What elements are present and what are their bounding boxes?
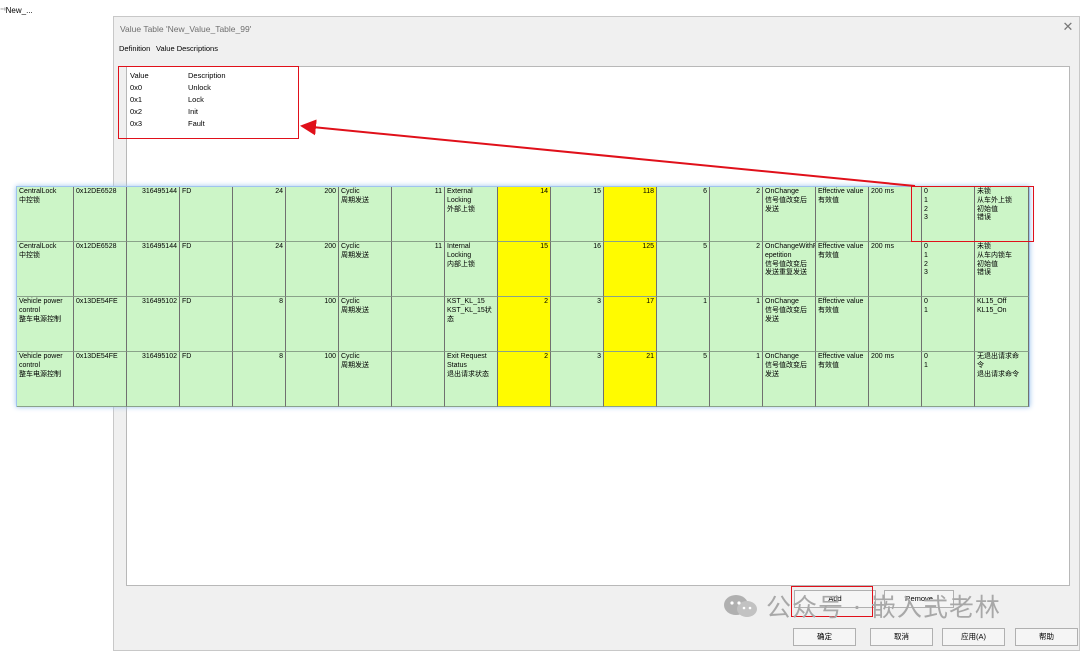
cell-dlc: 24: [233, 187, 286, 242]
cell-dlc: 8: [233, 352, 286, 407]
cell-offset: 2: [710, 242, 763, 297]
cell-dlc: 24: [233, 242, 286, 297]
cell-factor: 6: [657, 187, 710, 242]
tree-item-label: New_...: [5, 6, 33, 15]
cell-decimal: 316495102: [127, 352, 180, 407]
cell-type: FD: [180, 187, 233, 242]
cell-id: 0x13DE54FE: [74, 297, 127, 352]
cell-type: FD: [180, 242, 233, 297]
cell-type: FD: [180, 352, 233, 407]
cell-offset: 2: [710, 187, 763, 242]
cell-timeout: 200 ms: [869, 352, 922, 407]
cell-factor: 5: [657, 242, 710, 297]
cell-send-mode: OnChange 信号值改变后 发送: [763, 297, 816, 352]
cell-start-bit: 14: [498, 187, 551, 242]
dialog-title: Value Table 'New_Value_Table_99': [120, 24, 252, 34]
signal-table-overlay: CentralLock 中控锁 0x12DE6528 316495144 FD 24 200…: [16, 186, 1030, 407]
cell-cycle: 200: [286, 187, 339, 242]
cell-send-type: Cyclic 周期发送: [339, 187, 392, 242]
cell-values: 0123: [922, 242, 975, 297]
cell-length: 15: [551, 187, 604, 242]
cell-timeout: [869, 297, 922, 352]
cell-bit-pos: 118: [604, 187, 657, 242]
watermark-text: 公众号 · 嵌入式老林: [766, 593, 1001, 622]
cell-length: 16: [551, 242, 604, 297]
help-button[interactable]: 帮助: [1015, 628, 1078, 646]
cell-send-mode: OnChangeWithR epetition 信号值改变后 发送重复发送: [763, 242, 816, 297]
cell-id: 0x12DE6528: [74, 242, 127, 297]
cell-signal: External Locking 外部上锁: [445, 187, 498, 242]
cell-descriptions: KL15_Off KL15_On: [975, 297, 1029, 352]
cancel-button[interactable]: 取消: [870, 628, 933, 646]
cell-signal: Exit Request Status 退出请求状态: [445, 352, 498, 407]
cell-start: [392, 352, 445, 407]
cell-values: 01: [922, 297, 975, 352]
annotation-box-descriptions: [911, 186, 1034, 242]
cell-send-mode: OnChange 信号值改变后 发送: [763, 352, 816, 407]
cell-start-bit: 2: [498, 297, 551, 352]
cell-cycle: 100: [286, 352, 339, 407]
cell-factor: 5: [657, 352, 710, 407]
cell-dlc: 8: [233, 297, 286, 352]
cell-decimal: 316495102: [127, 297, 180, 352]
cell-signal: Internal Locking 内部上锁: [445, 242, 498, 297]
cell-bit-pos: 125: [604, 242, 657, 297]
cell-factor: 1: [657, 297, 710, 352]
cell-descriptions: 无退出请求命令退出请求命令: [975, 352, 1029, 407]
cell-values: 01: [922, 352, 975, 407]
cell-offset: 1: [710, 352, 763, 407]
cell-cycle: 100: [286, 297, 339, 352]
annotation-box-value-table: [118, 66, 299, 139]
cell-send-type: Cyclic 周期发送: [339, 242, 392, 297]
cell-send-type: Cyclic 周期发送: [339, 352, 392, 407]
cell-start-bit: 15: [498, 242, 551, 297]
cell-name: Vehicle power control 整车电源控制: [17, 352, 74, 407]
cell-cycle: 200: [286, 242, 339, 297]
cell-decimal: 316495144: [127, 187, 180, 242]
apply-button[interactable]: 应用(A): [942, 628, 1005, 646]
ok-button[interactable]: 确定: [793, 628, 856, 646]
cell-length: 3: [551, 352, 604, 407]
cell-length: 3: [551, 297, 604, 352]
wechat-icon: [724, 595, 757, 617]
cell-send-type: Cyclic 周期发送: [339, 297, 392, 352]
cell-signal: KST_KL_15 KST_KL_15状态: [445, 297, 498, 352]
cell-id: 0x13DE54FE: [74, 352, 127, 407]
close-icon[interactable]: ✕: [1061, 20, 1075, 34]
cell-name: CentralLock 中控锁: [17, 242, 74, 297]
cell-value-type: Effective value 有效值: [816, 352, 869, 407]
cell-start: 11: [392, 242, 445, 297]
cell-start: [392, 297, 445, 352]
cell-value-type: Effective value 有效值: [816, 242, 869, 297]
cell-start: 11: [392, 187, 445, 242]
cell-name: CentralLock 中控锁: [17, 187, 74, 242]
cell-type: FD: [180, 297, 233, 352]
cell-value-type: Effective value 有效值: [816, 297, 869, 352]
cell-decimal: 316495144: [127, 242, 180, 297]
cell-start-bit: 2: [498, 352, 551, 407]
cell-offset: 1: [710, 297, 763, 352]
cell-id: 0x12DE6528: [74, 187, 127, 242]
tree-item[interactable]: ⁻ⁱNew_...: [0, 6, 33, 15]
tab-definition[interactable]: Definition: [117, 43, 152, 55]
cell-bit-pos: 17: [604, 297, 657, 352]
cell-bit-pos: 21: [604, 352, 657, 407]
cell-name: Vehicle power control 整车电源控制: [17, 297, 74, 352]
cell-timeout: 200 ms: [869, 242, 922, 297]
tab-value-descriptions[interactable]: Value Descriptions: [154, 43, 220, 55]
cell-send-mode: OnChange 信号值改变后 发送: [763, 187, 816, 242]
cell-descriptions: 未锁 从车内锁车 初始值 错误: [975, 242, 1029, 297]
cell-value-type: Effective value 有效值: [816, 187, 869, 242]
